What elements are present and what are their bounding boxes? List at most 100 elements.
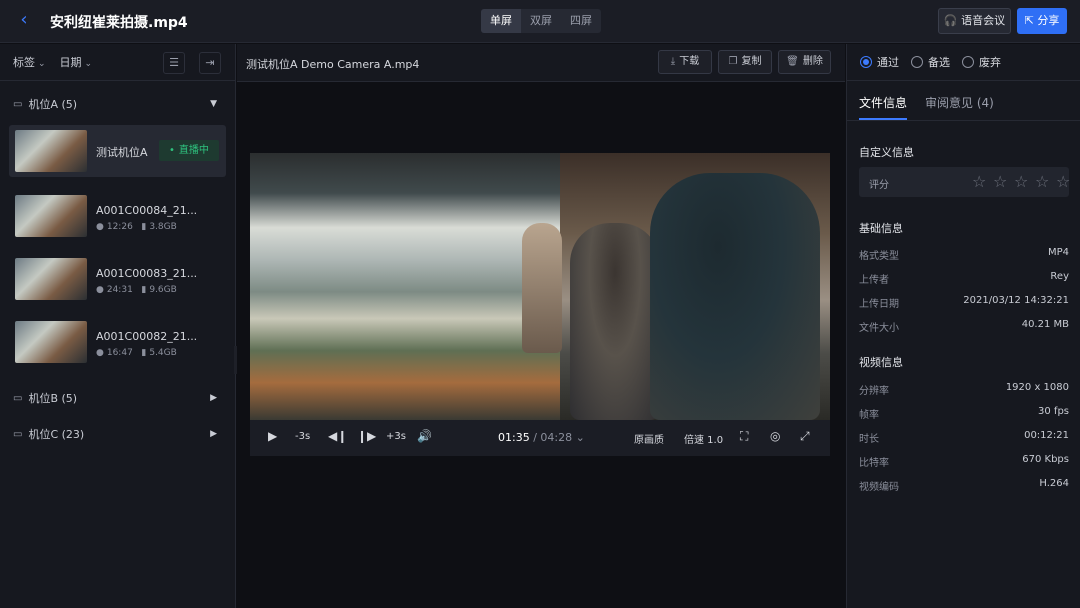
tag-filter[interactable]: 标签 ⌄ (13, 54, 46, 70)
date-filter-label: 日期 (59, 56, 82, 69)
star-icon[interactable]: ☆ (972, 172, 986, 191)
chevron-right-icon: ▶ (210, 429, 217, 439)
info-row: 帧率 30 fps (859, 406, 1069, 422)
video-person (650, 173, 820, 420)
video-person (570, 223, 660, 420)
step-back-icon[interactable]: ◀❙ (328, 429, 347, 443)
tab-review-comments[interactable]: 审阅意见 (4) (925, 94, 994, 111)
rewind-button[interactable]: -3s (295, 431, 310, 442)
delete-label: 删除 (802, 56, 823, 67)
info-value: 00:12:21 (1024, 430, 1069, 441)
step-forward-icon[interactable]: ❙▶ (357, 429, 376, 443)
info-key: 帧率 (859, 410, 879, 421)
list-item[interactable]: A001C00082_21... ● 16:47 ▮ 5.4GB (9, 317, 226, 380)
rating-label: 评分 (869, 180, 889, 191)
info-key: 格式类型 (859, 251, 899, 262)
video-scene-left (250, 153, 560, 420)
radio-alternate[interactable]: 备选 (911, 54, 950, 70)
camera-icon: ▭ (13, 392, 23, 404)
radio-label: 通过 (877, 56, 899, 69)
view-mode-switch: 单屏 双屏 四屏 (481, 9, 601, 33)
thumbnail (15, 258, 87, 300)
view-quad-button[interactable]: 四屏 (561, 9, 601, 33)
item-duration: 16:47 (106, 348, 133, 358)
view-dual-button[interactable]: 双屏 (521, 9, 561, 33)
basic-info-title: 基础信息 (859, 222, 903, 235)
video-person (522, 223, 562, 353)
info-row: 视频编码 H.264 (859, 478, 1069, 494)
live-dot-icon: • (169, 145, 175, 156)
star-icon[interactable]: ☆ (993, 172, 1007, 191)
trash-icon: 🗑 (786, 56, 799, 67)
status-label: 直播中 (178, 145, 209, 156)
fullscreen-icon[interactable]: ⤢ (800, 429, 810, 444)
delete-button[interactable]: 🗑 删除 (778, 50, 831, 74)
video-info-title: 视频信息 (859, 356, 903, 369)
chevron-down-icon: ▼ (210, 99, 217, 109)
export-icon[interactable]: ⇥ (199, 52, 221, 74)
copy-button[interactable]: ❐ 复制 (718, 50, 772, 74)
file-icon: ▮ (141, 222, 147, 232)
share-button[interactable]: ⇱ 分享 (1017, 8, 1067, 34)
clock-icon: ● (96, 285, 104, 295)
info-value: 40.21 MB (1021, 319, 1069, 330)
radio-discard[interactable]: 废弃 (962, 54, 1001, 70)
info-value: MP4 (1047, 247, 1069, 258)
voice-meeting-button[interactable]: 🎧 语音会议 (938, 8, 1011, 34)
volume-icon[interactable]: 🔊 (417, 429, 432, 443)
speed-button[interactable]: 倍速 1.0 (684, 431, 723, 446)
voice-meeting-label: 语音会议 (961, 14, 1006, 27)
chevron-down-icon: ⌄ (38, 59, 46, 69)
date-filter[interactable]: 日期 ⌄ (60, 54, 93, 70)
info-value: H.264 (1039, 478, 1069, 489)
review-status-radios: 通过 备选 废弃 (847, 44, 1080, 81)
chevron-down-icon[interactable]: ⌄ (576, 431, 585, 444)
list-item[interactable]: A001C00083_21... ● 24:31 ▮ 9.6GB (9, 254, 226, 317)
group-camera-a[interactable]: ▭ 机位A (5) ▼ (0, 89, 235, 119)
item-name: 测试机位A (96, 146, 148, 159)
group-camera-c[interactable]: ▭ 机位C (23) ▶ (0, 419, 235, 449)
item-meta: ● 16:47 ▮ 5.4GB (96, 348, 177, 358)
info-row: 文件大小 40.21 MB (859, 319, 1069, 335)
item-meta: ● 24:31 ▮ 9.6GB (96, 285, 177, 295)
fit-screen-icon[interactable]: ⛶ (740, 429, 748, 444)
item-duration: 24:31 (106, 285, 133, 295)
settings-icon[interactable]: ◎ (770, 429, 780, 443)
file-name: 测试机位A Demo Camera A.mp4 (246, 58, 420, 71)
video-frame[interactable] (250, 153, 830, 420)
info-row: 比特率 670 Kbps (859, 454, 1069, 470)
list-item-live[interactable]: 测试机位A • 直播中 (9, 125, 226, 177)
copy-icon: ❐ (728, 56, 738, 67)
play-icon[interactable]: ▶ (268, 429, 277, 443)
info-value: 2021/03/12 14:32:21 (963, 295, 1069, 306)
player-controls: ▶ -3s ◀❙ ❙▶ +3s 🔊 01:35 / 04:28 ⌄ 原画质 倍速… (250, 420, 830, 456)
download-button[interactable]: ⤓ 下载 (658, 50, 712, 74)
rating-box: 评分 ☆ ☆ ☆ ☆ ☆ (859, 167, 1070, 197)
star-icon[interactable]: ☆ (1014, 172, 1028, 191)
radio-approve[interactable]: 通过 (860, 54, 899, 70)
chevron-down-icon: ⌄ (84, 59, 93, 69)
list-item[interactable]: A001C00084_21... ● 12:26 ▮ 3.8GB (9, 191, 226, 254)
star-icon[interactable]: ☆ (1035, 172, 1049, 191)
group-camera-b[interactable]: ▭ 机位B (5) ▶ (0, 383, 235, 413)
thumbnail (15, 130, 87, 172)
group-label: 机位A (5) (28, 98, 78, 111)
camera-icon: ▭ (13, 428, 23, 440)
item-size: 3.8GB (149, 222, 177, 232)
group-label: 机位C (23) (28, 428, 85, 441)
star-icon[interactable]: ☆ (1056, 172, 1070, 191)
time-display: 01:35 / 04:28 ⌄ (498, 431, 585, 444)
group-label: 机位B (5) (28, 392, 78, 405)
forward-button[interactable]: +3s (386, 431, 406, 442)
share-label: 分享 (1037, 14, 1060, 27)
quality-button[interactable]: 原画质 (634, 431, 664, 446)
sort-icon[interactable]: ☰ (163, 52, 185, 74)
file-icon: ▮ (141, 285, 147, 295)
view-single-button[interactable]: 单屏 (481, 9, 521, 33)
tab-file-info[interactable]: 文件信息 (859, 94, 907, 111)
total-time: 04:28 (540, 431, 573, 444)
clock-icon: ● (96, 222, 104, 232)
item-name: A001C00082_21... (96, 330, 198, 343)
back-chevron-icon[interactable]: ‹ (14, 10, 34, 30)
status-badge: • 直播中 (159, 140, 219, 161)
